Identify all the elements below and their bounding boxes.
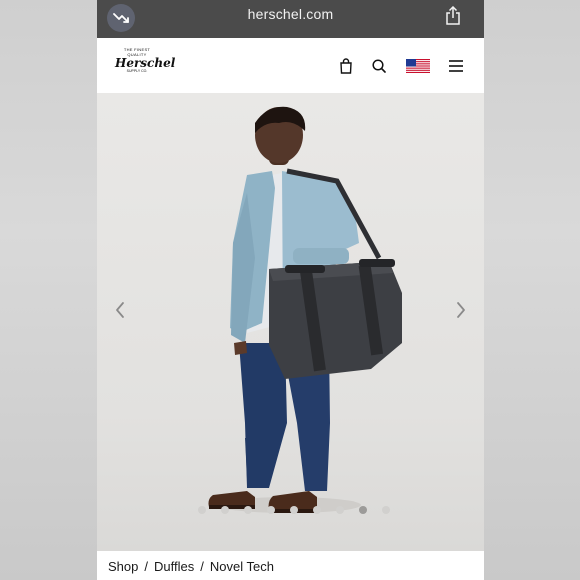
- phone-screen: herschel.com THE FINEST QUALITY Herschel…: [97, 0, 484, 580]
- carousel-dot[interactable]: [220, 506, 229, 514]
- carousel-dot[interactable]: [289, 506, 298, 514]
- product-image-carousel[interactable]: [97, 93, 484, 551]
- carousel-dot[interactable]: [335, 506, 344, 514]
- us-flag-icon[interactable]: [406, 59, 430, 77]
- product-photo: [208, 106, 402, 513]
- breadcrumb-duffles[interactable]: Duffles: [154, 559, 194, 574]
- logo-script: Herschel: [115, 56, 176, 70]
- share-icon[interactable]: [444, 5, 462, 26]
- carousel-dot[interactable]: [312, 506, 321, 514]
- carousel-dot[interactable]: [266, 506, 275, 514]
- browser-address-bar: herschel.com: [97, 0, 484, 38]
- herschel-logo[interactable]: THE FINEST QUALITY Herschel SUPPLY CO.: [115, 47, 176, 83]
- site-header: THE FINEST QUALITY Herschel SUPPLY CO.: [97, 38, 484, 94]
- search-icon[interactable]: [370, 57, 388, 75]
- menu-icon[interactable]: [447, 57, 465, 75]
- shopping-bag-icon[interactable]: [337, 57, 355, 75]
- carousel-dot[interactable]: [243, 506, 252, 514]
- carousel-indicators: [97, 506, 484, 514]
- breadcrumb: Shop / Duffles / Novel Tech: [97, 551, 484, 580]
- breadcrumb-novel-tech[interactable]: Novel Tech: [210, 559, 274, 574]
- next-slide-arrow-icon[interactable]: [453, 299, 469, 321]
- previous-slide-arrow-icon[interactable]: [112, 299, 128, 321]
- carousel-dot[interactable]: [197, 506, 206, 514]
- background-right: [484, 0, 580, 580]
- breadcrumb-separator: /: [200, 559, 204, 574]
- url-text[interactable]: herschel.com: [97, 6, 484, 22]
- carousel-dot[interactable]: [381, 506, 390, 514]
- background-left: [0, 0, 97, 580]
- breadcrumb-shop[interactable]: Shop: [108, 559, 138, 574]
- breadcrumb-separator: /: [144, 559, 148, 574]
- carousel-dot-active[interactable]: [358, 506, 367, 514]
